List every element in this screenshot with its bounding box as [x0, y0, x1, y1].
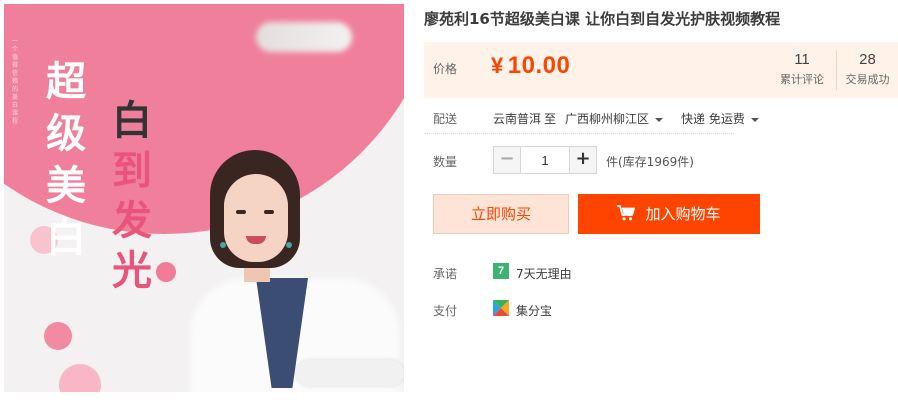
earring: [286, 242, 292, 248]
price-panel: 价格 ¥10.00 11 累计评论 28 交易成功: [424, 42, 898, 98]
delivery-destination-select[interactable]: 广西柳州柳江区: [565, 110, 664, 127]
earring: [220, 242, 226, 248]
image-side-caption: 一个值得信赖的美白课程: [12, 38, 19, 125]
quantity-increase-button[interactable]: +: [569, 146, 597, 174]
crossed-arm: [296, 360, 404, 386]
sales-count: 28: [859, 51, 876, 68]
add-to-cart-button[interactable]: 加入购物车: [578, 194, 760, 234]
delivery-method: 快递 免运费: [681, 112, 745, 126]
product-main-image[interactable]: 一个值得信赖的美白课程 超级美白 白到发光: [4, 4, 404, 392]
delivery-method-select[interactable]: 快递 免运费: [681, 110, 759, 127]
image-headline-right-first: 白: [112, 97, 152, 144]
blurred-logo: [256, 22, 352, 52]
quantity-row: 数量 − + 件(库存1969件): [424, 144, 898, 174]
image-decor-dot: [59, 364, 101, 392]
image-headline-right-rest: 到发光: [112, 147, 152, 294]
delivery-row: 配送 云南普洱 至 广西柳州柳江区 快递 免运费: [424, 104, 898, 132]
sales-stat: 28 交易成功: [836, 50, 898, 90]
chevron-down-icon: [655, 117, 664, 122]
reviews-count: 11: [794, 51, 810, 68]
payment-text: 集分宝: [516, 304, 553, 318]
price-label: 价格: [433, 62, 458, 76]
delivery-to-word: 至: [544, 112, 557, 126]
cart-icon: [617, 205, 636, 221]
quantity-decrease-button[interactable]: −: [493, 146, 521, 174]
payment-label: 支付: [433, 304, 458, 318]
currency-symbol: ¥: [491, 53, 504, 78]
buy-now-button[interactable]: 立即购买: [433, 194, 569, 234]
sales-label: 交易成功: [845, 73, 890, 86]
delivery-destination: 广西柳州柳江区: [565, 112, 650, 126]
reviews-label: 累计评论: [780, 73, 824, 86]
reviews-stat[interactable]: 11 累计评论: [770, 50, 834, 88]
smile: [246, 236, 266, 244]
image-headline-right: 白到发光: [112, 96, 162, 296]
payment-row: 支付 集分宝: [424, 299, 724, 319]
promise-label: 承诺: [433, 267, 458, 281]
promise-text[interactable]: 7天无理由: [516, 265, 572, 282]
quantity-stepper: − +: [493, 146, 597, 174]
delivery-origin: 云南普洱: [493, 112, 542, 126]
seven-day-badge-icon: 7: [493, 263, 509, 279]
price-value: ¥10.00: [491, 52, 570, 80]
face: [224, 174, 288, 262]
quantity-input[interactable]: [521, 146, 569, 174]
promise-row: 承诺 7 7天无理由: [424, 262, 724, 282]
add-to-cart-label: 加入购物车: [645, 205, 721, 223]
image-decor-dot: [44, 322, 72, 350]
instructor-photo: [186, 150, 404, 392]
eye: [264, 210, 274, 214]
delivery-label: 配送: [433, 112, 458, 126]
chevron-down-icon: [750, 117, 759, 122]
jifenbao-icon: [493, 300, 509, 316]
quantity-label: 数量: [433, 155, 458, 169]
eye: [236, 210, 246, 214]
stock-text: 件(库存1969件): [606, 155, 694, 169]
product-title: 廖苑利16节超级美白课 让你白到自发光护肤视频教程: [424, 10, 781, 28]
image-headline-left: 超级美白: [46, 58, 86, 261]
divider: [424, 133, 734, 134]
price-amount: 10.00: [507, 52, 571, 79]
